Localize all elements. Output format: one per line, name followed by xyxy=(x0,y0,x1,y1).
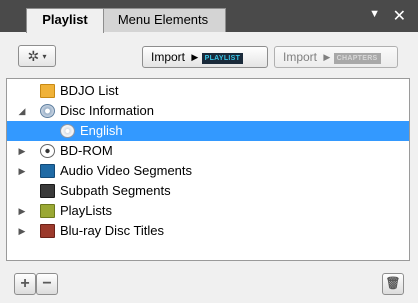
import-playlist-button[interactable]: Import ▶ PLAYLIST xyxy=(142,46,268,68)
import-playlist-label: Import xyxy=(151,50,186,64)
tree-item-bd-rom[interactable]: ▶ BD-ROM xyxy=(7,141,409,161)
close-icon[interactable]: ✕ xyxy=(393,6,406,26)
book-icon xyxy=(40,224,55,238)
tab-playlist[interactable]: Playlist xyxy=(26,8,104,33)
tree-item-english[interactable]: English xyxy=(7,121,409,141)
cdrom-icon xyxy=(40,144,55,158)
collapsed-arrow-icon[interactable]: ▶ xyxy=(17,201,27,221)
add-button[interactable]: + xyxy=(14,273,36,295)
project-tree[interactable]: BDJO List ◢ Disc Information English ▶ B… xyxy=(6,78,410,261)
folder-icon xyxy=(40,84,55,98)
tree-item-label: English xyxy=(80,123,123,138)
book-icon xyxy=(40,164,55,178)
expanded-arrow-icon[interactable]: ◢ xyxy=(17,101,27,121)
caret-down-icon: ▾ xyxy=(42,52,47,61)
arrow-right-icon: ▶ xyxy=(191,52,199,62)
tree-item-label: BD-ROM xyxy=(60,143,113,158)
tree-item-bdjo-list[interactable]: BDJO List xyxy=(7,81,409,101)
trash-icon: 🗑 xyxy=(385,276,401,290)
book-icon xyxy=(40,204,55,218)
gear-icon: ✲ xyxy=(27,48,40,64)
delete-button[interactable]: 🗑 xyxy=(382,273,404,295)
tree-item-label: PlayLists xyxy=(60,203,113,218)
plus-icon: + xyxy=(20,275,30,292)
tree-item-subpath-segments[interactable]: Subpath Segments xyxy=(7,181,409,201)
chevron-down-icon[interactable]: ▼ xyxy=(369,8,380,20)
collapsed-arrow-icon[interactable]: ▶ xyxy=(17,141,27,161)
chapters-badge: CHAPTERS xyxy=(333,53,381,64)
minus-icon: − xyxy=(42,275,52,292)
playlist-panel: Playlist Menu Elements ▼ ✕ ✲ ▾ Import ▶ … xyxy=(0,0,418,303)
tree-item-audio-video-segments[interactable]: ▶ Audio Video Segments xyxy=(7,161,409,181)
import-chapters-button[interactable]: Import ▶ CHAPTERS xyxy=(274,46,398,68)
remove-button[interactable]: − xyxy=(36,273,58,295)
arrow-right-icon: ▶ xyxy=(323,52,331,62)
tree-item-label: Audio Video Segments xyxy=(60,163,193,178)
settings-dropdown-button[interactable]: ✲ ▾ xyxy=(18,45,56,67)
tab-menu-elements[interactable]: Menu Elements xyxy=(100,8,226,32)
collapsed-arrow-icon[interactable]: ▶ xyxy=(17,221,27,241)
tree-item-label: Blu-ray Disc Titles xyxy=(60,223,165,238)
book-icon xyxy=(40,184,55,198)
import-chapters-label: Import xyxy=(283,50,318,64)
tab-strip: Playlist Menu Elements ▼ ✕ xyxy=(0,0,418,33)
toolbar: ✲ ▾ Import ▶ PLAYLIST Import ▶ CHAPTERS xyxy=(0,32,418,78)
tree-item-disc-information[interactable]: ◢ Disc Information xyxy=(7,101,409,121)
tree-item-label: BDJO List xyxy=(60,83,119,98)
tree-item-label: Subpath Segments xyxy=(60,183,171,198)
disc-search-icon xyxy=(40,104,55,118)
collapsed-arrow-icon[interactable]: ▶ xyxy=(17,161,27,181)
bottom-toolbar: + − 🗑 xyxy=(0,261,418,303)
tree-item-blu-ray-disc-titles[interactable]: ▶ Blu-ray Disc Titles xyxy=(7,221,409,241)
disc-icon xyxy=(60,124,75,138)
playlist-badge: PLAYLIST xyxy=(201,53,244,64)
tree-item-playlists[interactable]: ▶ PlayLists xyxy=(7,201,409,221)
tree-item-label: Disc Information xyxy=(60,103,154,118)
